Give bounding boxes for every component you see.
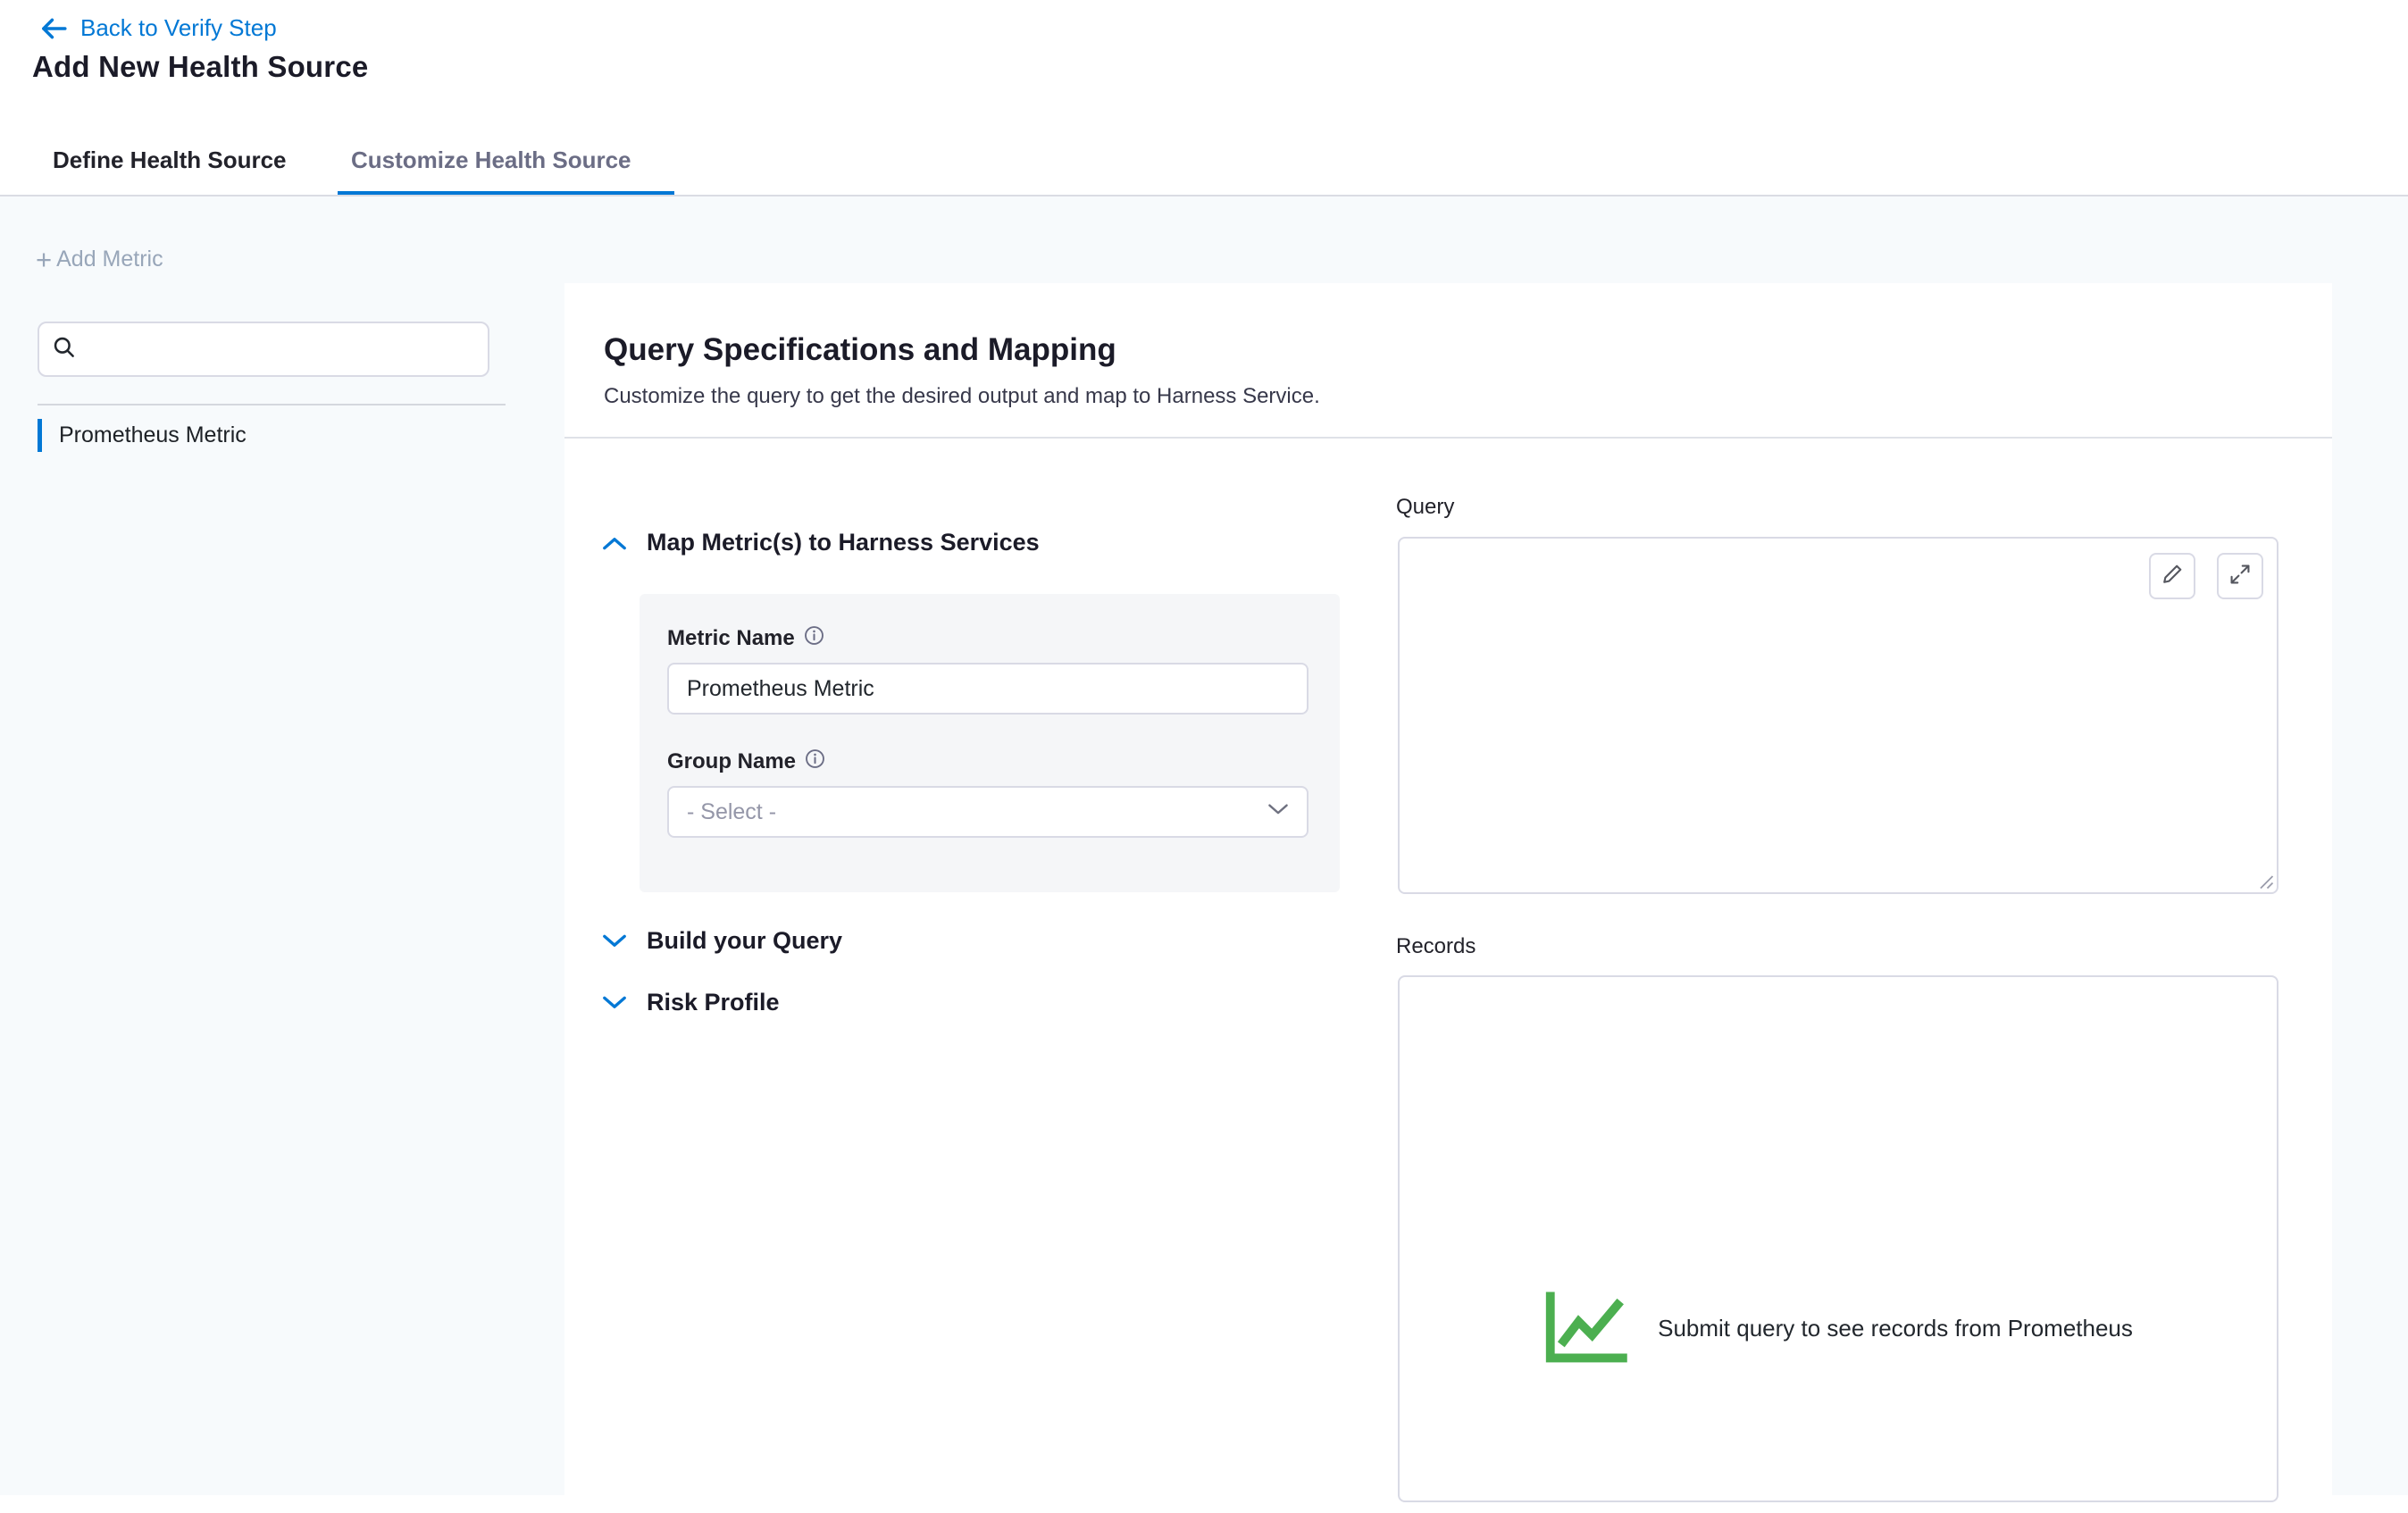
query-textarea[interactable] [1405, 544, 2200, 887]
metric-search-box [38, 322, 489, 377]
section-risk-profile-title: Risk Profile [647, 989, 780, 1016]
edit-query-button[interactable] [2149, 553, 2195, 599]
query-editor-box [1398, 537, 2278, 894]
page-title: Add New Health Source [32, 50, 368, 84]
sidebar-divider [38, 404, 506, 405]
back-link-label: Back to Verify Step [80, 14, 277, 42]
section-map-metrics[interactable]: Map Metric(s) to Harness Services [602, 529, 1040, 556]
metric-search-input[interactable] [87, 325, 462, 373]
chevron-down-icon [1267, 803, 1289, 821]
section-build-query-title: Build your Query [647, 927, 842, 955]
chevron-down-icon [602, 933, 627, 949]
section-map-metrics-title: Map Metric(s) to Harness Services [647, 529, 1040, 556]
line-chart-icon [1543, 1288, 1633, 1369]
info-icon [805, 748, 825, 775]
group-name-label-row: Group Name [667, 748, 825, 775]
section-subheading: Customize the query to get the desired o… [604, 384, 1320, 409]
metric-list-item[interactable]: Prometheus Metric [38, 413, 506, 457]
search-icon [52, 335, 76, 364]
back-arrow-icon [39, 17, 68, 40]
section-heading: Query Specifications and Mapping [604, 332, 1116, 368]
add-metric-label: Add Metric [56, 247, 163, 272]
chevron-down-icon [602, 995, 627, 1011]
resize-handle[interactable] [2256, 872, 2274, 890]
info-icon [804, 625, 824, 652]
maximize-icon [2228, 563, 2252, 590]
back-link[interactable]: Back to Verify Step [39, 14, 277, 42]
pencil-icon [2161, 563, 2184, 590]
section-risk-profile[interactable]: Risk Profile [602, 989, 780, 1016]
metric-item-label: Prometheus Metric [59, 413, 247, 457]
query-label: Query [1396, 495, 1454, 520]
card-divider [564, 437, 2332, 439]
group-name-label: Group Name [667, 749, 796, 774]
chevron-up-icon [602, 535, 627, 551]
add-metric-button[interactable]: + Add Metric [36, 247, 163, 272]
selected-indicator-bar [38, 419, 42, 452]
plus-icon: + [36, 248, 52, 271]
group-name-select[interactable]: - Select - [667, 786, 1309, 838]
section-build-query[interactable]: Build your Query [602, 927, 842, 955]
tab-customize-health-source[interactable]: Customize Health Source [351, 146, 631, 173]
tab-define-health-source[interactable]: Define Health Source [53, 146, 287, 173]
expand-query-button[interactable] [2217, 553, 2263, 599]
metric-name-label: Metric Name [667, 626, 795, 651]
metric-name-label-row: Metric Name [667, 625, 824, 652]
metric-name-input[interactable] [667, 663, 1309, 715]
records-box: Submit query to see records from Prometh… [1398, 975, 2278, 1502]
records-label: Records [1396, 934, 1476, 959]
records-empty-message: Submit query to see records from Prometh… [1658, 1315, 2133, 1342]
group-name-select-placeholder: - Select - [687, 799, 776, 825]
records-empty-state: Submit query to see records from Prometh… [1400, 1288, 2277, 1369]
